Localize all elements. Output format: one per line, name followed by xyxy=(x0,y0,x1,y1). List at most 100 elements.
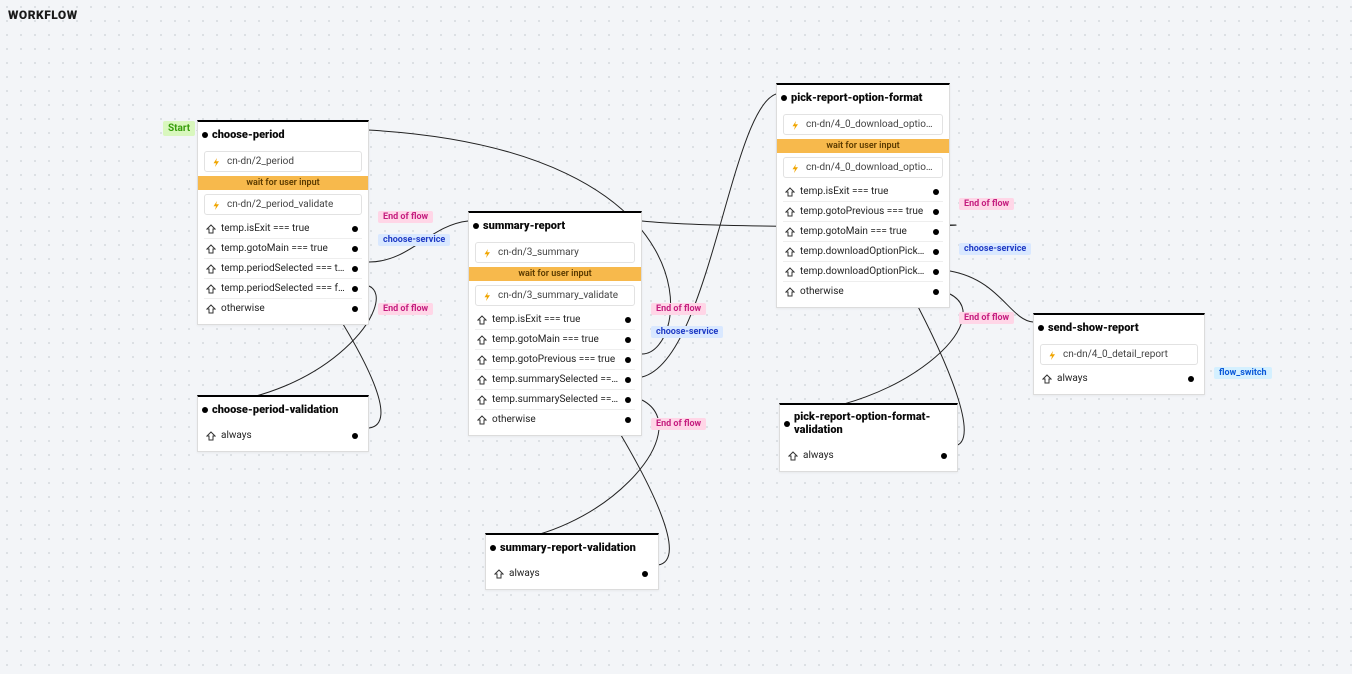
condition-row[interactable]: temp.isExit === true xyxy=(204,219,362,238)
port-out[interactable] xyxy=(933,269,939,275)
action-row[interactable]: cn-dn/3_summary_validate xyxy=(475,285,635,306)
tag-end-of-flow: End of flow xyxy=(378,303,433,315)
branch-icon xyxy=(477,375,487,385)
port-out[interactable] xyxy=(625,337,631,343)
branch-icon xyxy=(788,451,798,461)
condition-expr: always xyxy=(509,568,540,579)
port-out[interactable] xyxy=(625,397,631,403)
port-out[interactable] xyxy=(352,306,358,312)
condition-row[interactable]: temp.gotoPrevious === true xyxy=(783,201,943,221)
port-out[interactable] xyxy=(625,417,631,423)
bolt-icon xyxy=(1047,350,1057,360)
node-title: pick-report-option-format xyxy=(777,85,949,110)
port-out[interactable] xyxy=(941,453,947,459)
branch-icon xyxy=(785,207,795,217)
node-pick-report-option-format-validation[interactable]: pick-report-option-format-validation alw… xyxy=(779,403,958,472)
action-label: cn-dn/2_period xyxy=(227,156,294,167)
port-out[interactable] xyxy=(625,357,631,363)
port-out[interactable] xyxy=(352,226,358,232)
node-choose-period-validation[interactable]: choose-period-validation always xyxy=(197,395,369,452)
condition-expr: always xyxy=(221,430,252,441)
condition-row[interactable]: always xyxy=(1040,369,1198,388)
branch-icon xyxy=(206,244,216,254)
wait-banner: wait for user input xyxy=(469,267,641,281)
condition-expr: temp.isExit === true xyxy=(492,314,580,325)
condition-expr: otherwise xyxy=(492,414,536,425)
port-out[interactable] xyxy=(933,249,939,255)
node-send-show-report[interactable]: send-show-report cn-dn/4_0_detail_report… xyxy=(1033,313,1205,395)
branch-icon xyxy=(477,335,487,345)
condition-row[interactable]: always xyxy=(204,426,362,445)
node-title: pick-report-option-format-validation xyxy=(780,405,957,442)
action-row[interactable]: cn-dn/4_0_download_option_format xyxy=(783,114,943,135)
condition-row[interactable]: temp.isExit === true xyxy=(783,182,943,201)
node-title: send-show-report xyxy=(1034,315,1204,340)
port-out[interactable] xyxy=(1188,376,1194,382)
node-pick-report-option-format[interactable]: pick-report-option-format cn-dn/4_0_down… xyxy=(776,83,950,308)
branch-icon xyxy=(477,395,487,405)
condition-row[interactable]: otherwise xyxy=(475,409,635,429)
condition-row[interactable]: temp.isExit === true xyxy=(475,310,635,329)
branch-icon xyxy=(206,284,216,294)
port-out[interactable] xyxy=(933,189,939,195)
port-out[interactable] xyxy=(933,209,939,215)
condition-expr: temp.gotoPrevious === true xyxy=(800,206,923,217)
condition-row[interactable]: otherwise xyxy=(204,298,362,318)
condition-row[interactable]: temp.periodSelected === false xyxy=(204,278,362,298)
port-out[interactable] xyxy=(933,289,939,295)
port-out[interactable] xyxy=(352,286,358,292)
branch-icon xyxy=(1042,374,1052,384)
branch-icon xyxy=(494,569,504,579)
node-summary-report[interactable]: summary-report cn-dn/3_summary wait for … xyxy=(468,211,642,436)
condition-row[interactable]: temp.summarySelected === false xyxy=(475,389,635,409)
condition-expr: temp.gotoMain === true xyxy=(492,334,599,345)
condition-expr: temp.gotoMain === true xyxy=(800,226,907,237)
condition-row[interactable]: temp.gotoPrevious === true xyxy=(475,349,635,369)
condition-expr: otherwise xyxy=(221,303,265,314)
branch-icon xyxy=(477,315,487,325)
condition-row[interactable]: temp.periodSelected === true xyxy=(204,258,362,278)
port-out[interactable] xyxy=(625,317,631,323)
condition-expr: temp.summarySelected === true xyxy=(492,374,619,385)
branch-icon xyxy=(785,247,795,257)
condition-row[interactable]: always xyxy=(786,446,951,465)
workflow-canvas[interactable]: WORKFLOW Start choose-period cn-dn xyxy=(0,0,1352,674)
action-row[interactable]: cn-dn/4_0_detail_report xyxy=(1040,344,1198,365)
condition-expr: temp.summarySelected === false xyxy=(492,394,619,405)
branch-icon xyxy=(477,415,487,425)
condition-row[interactable]: temp.gotoMain === true xyxy=(783,221,943,241)
port-out[interactable] xyxy=(933,229,939,235)
node-summary-report-validation[interactable]: summary-report-validation always xyxy=(485,533,659,590)
condition-row[interactable]: temp.summarySelected === true xyxy=(475,369,635,389)
condition-row[interactable]: temp.downloadOptionPicked === tr… xyxy=(783,241,943,261)
tag-flow-switch: flow_switch xyxy=(1214,367,1272,379)
port-out[interactable] xyxy=(352,433,358,439)
action-row[interactable]: cn-dn/2_period_validate xyxy=(204,194,362,215)
condition-row[interactable]: otherwise xyxy=(783,281,943,301)
tag-choose-service: choose-service xyxy=(651,326,723,338)
action-label: cn-dn/4_0_download_option_format xyxy=(806,119,936,130)
condition-expr: temp.periodSelected === false xyxy=(221,283,346,294)
tag-choose-service: choose-service xyxy=(378,234,450,246)
start-tag: Start xyxy=(163,121,195,136)
condition-row[interactable]: temp.gotoMain === true xyxy=(204,238,362,258)
action-row[interactable]: cn-dn/2_period xyxy=(204,151,362,172)
node-choose-period[interactable]: choose-period cn-dn/2_period wait for us… xyxy=(197,120,369,325)
bolt-icon xyxy=(482,248,492,258)
port-out[interactable] xyxy=(625,377,631,383)
condition-row[interactable]: temp.downloadOptionPicked === f… xyxy=(783,261,943,281)
bolt-icon xyxy=(211,157,221,167)
condition-expr: temp.gotoMain === true xyxy=(221,243,328,254)
bolt-icon xyxy=(482,291,492,301)
port-out[interactable] xyxy=(352,246,358,252)
action-row[interactable]: cn-dn/4_0_download_option_format_v… xyxy=(783,157,943,178)
branch-icon xyxy=(785,287,795,297)
port-out[interactable] xyxy=(352,266,358,272)
page-title: WORKFLOW xyxy=(8,8,78,22)
condition-row[interactable]: always xyxy=(492,564,652,583)
port-out[interactable] xyxy=(642,571,648,577)
condition-expr: temp.isExit === true xyxy=(221,223,309,234)
condition-row[interactable]: temp.gotoMain === true xyxy=(475,329,635,349)
action-row[interactable]: cn-dn/3_summary xyxy=(475,242,635,263)
action-label: cn-dn/3_summary xyxy=(498,247,579,258)
